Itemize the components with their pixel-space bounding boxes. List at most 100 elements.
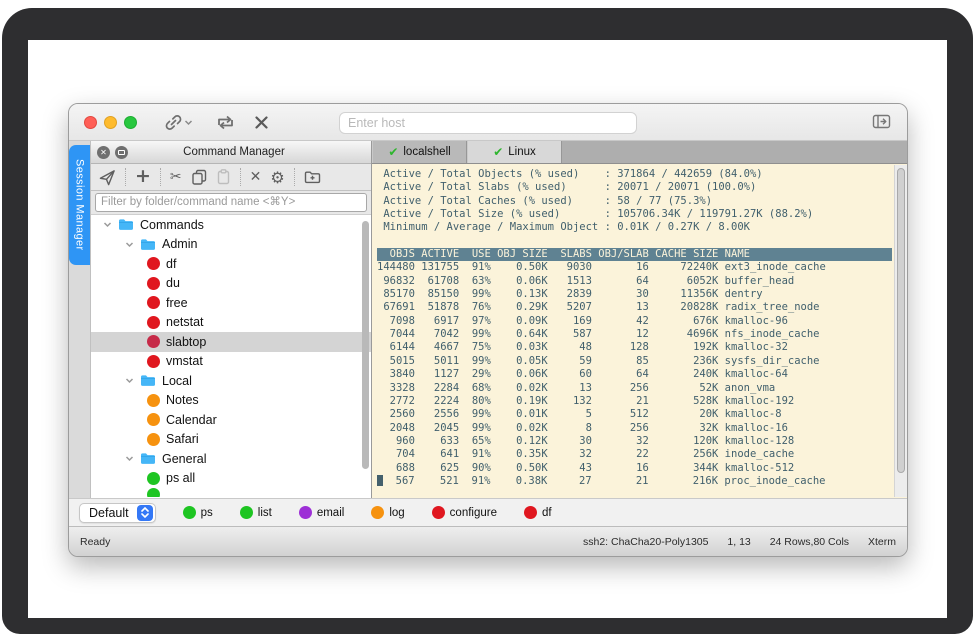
tree-item[interactable]: free	[91, 293, 371, 313]
connect-link-icon[interactable]	[165, 114, 182, 131]
disconnect-icon[interactable]	[254, 115, 269, 130]
filter-input[interactable]	[95, 193, 367, 212]
command-dot-icon	[147, 413, 160, 426]
checkmark-icon: ✔	[388, 145, 398, 159]
terminal-line-text: 6144 4667 75% 0.03K 48 128 192K kmalloc-…	[377, 341, 788, 353]
tree-item[interactable]: Safari	[91, 430, 371, 450]
quick-command-button[interactable]: list	[240, 506, 272, 519]
command-dot-icon	[147, 355, 160, 368]
command-dot-icon	[147, 335, 160, 348]
terminal-line-text: 7044 7042 99% 0.64K 587 12 4696K nfs_ino…	[377, 328, 820, 340]
terminal-line-text: OBJS ACTIVE USE OBJ SIZE SLABS OBJ/SLAB …	[377, 248, 750, 260]
tree-item[interactable]: Commands	[91, 215, 371, 235]
chevron-down-icon[interactable]	[125, 454, 134, 463]
terminal-line-text: 2772 2224 80% 0.19K 132 21 528K kmalloc-…	[377, 395, 794, 407]
status-right-group: ssh2: ChaCha20-Poly1305 1, 13 24 Rows,80…	[567, 536, 896, 548]
terminal-line	[377, 235, 892, 248]
tree-item[interactable]: slabtop	[91, 332, 371, 352]
terminal-tab[interactable]: ✔ localshell	[372, 141, 467, 163]
reconnect-icon[interactable]	[215, 115, 236, 130]
tree-item-label: General	[162, 452, 206, 466]
minimize-window-button[interactable]	[104, 116, 117, 129]
command-tree: Commands Admin	[91, 214, 371, 498]
quick-command-label: configure	[450, 507, 497, 519]
terminal-line-text: 67691 51878 76% 0.29K 5207 13 20828K rad…	[377, 301, 820, 313]
tree-item[interactable]: Calendar	[91, 410, 371, 430]
toolbar-separator	[125, 168, 126, 186]
terminal-line: Active / Total Size (% used) : 105706.34…	[377, 208, 892, 221]
host-input[interactable]	[339, 112, 637, 134]
terminal-line: 144480 131755 91% 0.50K 9030 16 72240K e…	[377, 261, 892, 274]
tree-item-label: Admin	[162, 237, 197, 251]
float-panel-icon[interactable]	[115, 146, 128, 159]
chevron-down-icon[interactable]	[125, 376, 134, 385]
paste-icon[interactable]	[216, 169, 231, 185]
tree-item[interactable]: netstat	[91, 313, 371, 333]
toolbar-separator	[294, 168, 295, 186]
run-command-icon[interactable]	[99, 169, 116, 186]
copy-icon[interactable]	[191, 169, 207, 185]
tab-label: Linux	[508, 146, 536, 158]
terminal-line: 7044 7042 99% 0.64K 587 12 4696K nfs_ino…	[377, 328, 892, 341]
terminal-line: 960 633 65% 0.12K 30 32 120K kmalloc-128	[377, 435, 892, 448]
terminal-pane: ✔ localshell ✔ Linux Active / Total Ob	[372, 141, 907, 498]
status-emulation: Xterm	[868, 536, 896, 548]
tree-item-label: Safari	[166, 432, 199, 446]
terminal-line-text: Active / Total Objects (% used) : 371864…	[377, 168, 763, 180]
quick-command-button[interactable]: log	[371, 506, 404, 519]
terminal-line-text: 2560 2556 99% 0.01K 5 512 20K kmalloc-8	[377, 408, 782, 420]
button-set-value: Default	[89, 506, 129, 520]
terminal-line-text: Minimum / Average / Maximum Object : 0.0…	[377, 221, 750, 233]
tree-item[interactable]: vmstat	[91, 352, 371, 372]
gear-icon[interactable]: ⚙	[270, 168, 284, 187]
command-dot-icon	[183, 506, 196, 519]
toggle-panel-icon[interactable]	[872, 114, 891, 129]
connect-dropdown-chevron-icon[interactable]	[184, 119, 193, 126]
tree-item[interactable]: df	[91, 254, 371, 274]
tree-item[interactable]: Notes	[91, 391, 371, 411]
terminal-screen: Active / Total Objects (% used) : 371864…	[372, 164, 892, 488]
tree-item[interactable]: General	[91, 449, 371, 469]
device-frame: Session Manager ✕ Command Manager	[2, 8, 973, 634]
terminal-line: 688 625 90% 0.50K 43 16 344K kmalloc-512	[377, 462, 892, 475]
tree-item[interactable]: Admin	[91, 235, 371, 255]
quick-command-button[interactable]: df	[524, 506, 552, 519]
command-dot-icon	[147, 394, 160, 407]
tree-item[interactable]	[91, 488, 371, 497]
command-dot-icon	[432, 506, 445, 519]
checkmark-icon: ✔	[493, 145, 503, 159]
tree-item-label: Commands	[140, 218, 204, 232]
command-dot-icon	[147, 277, 160, 290]
terminal-line: Minimum / Average / Maximum Object : 0.0…	[377, 221, 892, 234]
close-window-button[interactable]	[84, 116, 97, 129]
terminal[interactable]: Active / Total Objects (% used) : 371864…	[372, 164, 907, 498]
quick-command-button[interactable]: ps	[183, 506, 213, 519]
chevron-down-icon[interactable]	[125, 240, 134, 249]
terminal-line: 3840 1127 29% 0.06K 60 64 240K kmalloc-6…	[377, 368, 892, 381]
quick-command-button[interactable]: configure	[432, 506, 497, 519]
terminal-scrollbar[interactable]	[894, 165, 907, 497]
delete-command-icon[interactable]: ✕	[250, 170, 262, 184]
session-manager-tab[interactable]: Session Manager	[69, 145, 90, 265]
toolbar-separator	[240, 168, 241, 186]
command-dot-icon	[147, 257, 160, 270]
terminal-line: Active / Total Slabs (% used) : 20071 / …	[377, 181, 892, 194]
close-panel-icon[interactable]: ✕	[97, 146, 110, 159]
tree-scrollbar[interactable]	[362, 221, 369, 469]
tree-item[interactable]: du	[91, 274, 371, 294]
terminal-scrollbar-thumb[interactable]	[897, 168, 905, 473]
new-folder-icon[interactable]	[304, 170, 321, 184]
app-window: Session Manager ✕ Command Manager	[68, 103, 908, 557]
command-dot-icon	[147, 472, 160, 485]
button-set-dropdown[interactable]: Default	[79, 503, 156, 523]
tree-item[interactable]: Local	[91, 371, 371, 391]
chevron-down-icon[interactable]	[103, 220, 112, 229]
cut-icon[interactable]: ✂	[170, 170, 182, 184]
terminal-tab[interactable]: ✔ Linux	[467, 141, 562, 163]
zoom-window-button[interactable]	[124, 116, 137, 129]
quick-command-button[interactable]: email	[299, 506, 344, 519]
terminal-line: 6144 4667 75% 0.03K 48 128 192K kmalloc-…	[377, 341, 892, 354]
add-command-icon[interactable]: +	[135, 165, 151, 187]
tree-item[interactable]: ps all	[91, 469, 371, 489]
status-bar: Ready ssh2: ChaCha20-Poly1305 1, 13 24 R…	[69, 526, 907, 556]
